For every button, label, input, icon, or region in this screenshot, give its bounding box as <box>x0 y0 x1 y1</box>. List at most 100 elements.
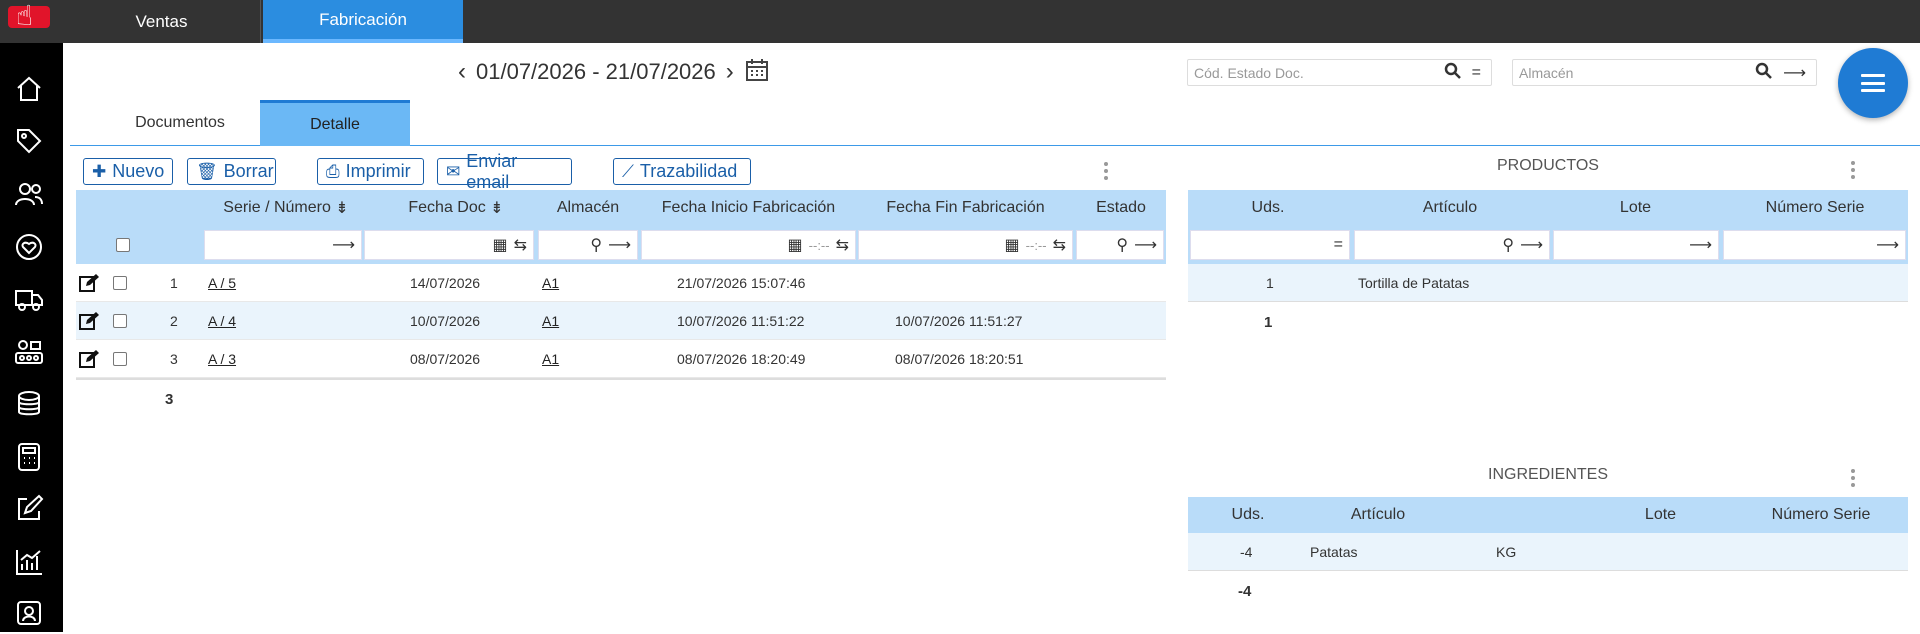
estado-filter[interactable]: Cód. Estado Doc. = <box>1187 59 1492 86</box>
almacen-filter-input[interactable]: Almacén <box>1519 65 1755 81</box>
col-fecha-inicio[interactable]: Fecha Inicio Fabricación <box>641 190 856 226</box>
more-options-icon[interactable] <box>1850 469 1856 487</box>
truck-icon[interactable] <box>13 283 45 315</box>
edit-icon[interactable] <box>13 493 45 525</box>
chevron-left-icon[interactable]: ‹ <box>458 58 466 86</box>
users-icon[interactable] <box>13 178 45 210</box>
estado-col-filter[interactable]: ⚲ ⟶ <box>1076 230 1164 260</box>
estado-operator[interactable]: = <box>1462 64 1491 82</box>
search-icon[interactable]: ⚲ <box>1116 235 1128 255</box>
row-checkbox[interactable] <box>113 264 127 302</box>
trazabilidad-label: Trazabilidad <box>639 161 738 181</box>
imprimir-button[interactable]: ⎙ Imprimir <box>317 158 424 185</box>
articulo-filter[interactable]: ⚲ ⟶ <box>1354 230 1550 260</box>
table-row[interactable]: 3 A / 3 08/07/2026 A1 08/07/2026 18:20:4… <box>76 340 1166 378</box>
date-range[interactable]: 01/07/2026 - 21/07/2026 <box>476 59 716 85</box>
operator: = <box>1333 236 1343 253</box>
chart-icon[interactable] <box>13 546 45 578</box>
table-row[interactable]: 1 Tortilla de Patatas <box>1188 264 1908 302</box>
home-icon[interactable] <box>13 73 45 105</box>
col-numero-serie[interactable]: Número Serie <box>1722 190 1908 226</box>
search-icon[interactable]: ⚲ <box>590 235 602 255</box>
calendar-icon[interactable] <box>744 57 770 88</box>
fecha-doc-filter[interactable]: ▦ ⇆ <box>364 230 534 260</box>
col-fecha-fin[interactable]: Fecha Fin Fabricación <box>858 190 1073 226</box>
fecha-doc-cell: 08/07/2026 <box>410 351 481 367</box>
serie-link[interactable]: A / 4 <box>208 302 236 340</box>
col-serie[interactable]: Serie / Número ⇟ <box>206 190 366 226</box>
col-fecha-doc-label: Fecha Doc <box>408 199 486 216</box>
search-icon[interactable]: ⚲ <box>1502 235 1514 255</box>
serie-filter[interactable]: ⟶ <box>204 230 362 260</box>
col-uds[interactable]: Uds. <box>1188 190 1348 226</box>
enviar-email-button[interactable]: ✉ Enviar email <box>437 151 572 192</box>
uds-filter[interactable]: = <box>1190 230 1350 260</box>
col-lote[interactable]: Lote <box>1552 190 1719 226</box>
tab-detalle[interactable]: Detalle <box>260 100 410 146</box>
table-row[interactable]: 2 A / 4 10/07/2026 A1 10/07/2026 11:51:2… <box>76 302 1166 340</box>
fecha-fin-filter[interactable]: ▦ --:-- ⇆ <box>858 230 1073 260</box>
top-tab-ventas[interactable]: Ventas <box>63 0 261 43</box>
select-all-checkbox[interactable] <box>116 226 130 264</box>
fecha-inicio-filter[interactable]: ▦ --:-- ⇆ <box>641 230 856 260</box>
calendar-icon[interactable]: ▦ <box>788 235 803 255</box>
col-almacen[interactable]: Almacén <box>538 190 638 226</box>
more-options-icon[interactable] <box>1850 161 1856 179</box>
fecha-inicio-cell: 08/07/2026 18:20:49 <box>677 351 806 367</box>
table-row[interactable]: 1 A / 5 14/07/2026 A1 21/07/2026 15:07:4… <box>76 264 1166 302</box>
almacen-link[interactable]: A1 <box>542 264 559 302</box>
col-articulo[interactable]: Artículo <box>1351 190 1549 226</box>
filter-row: = ⚲ ⟶ ⟶ ⟶ <box>1188 226 1908 264</box>
almacen-link[interactable]: A1 <box>542 302 559 340</box>
tab-documentos[interactable]: Documentos <box>100 100 260 146</box>
borrar-button[interactable]: 🗑 Borrar <box>187 158 276 185</box>
calendar-icon[interactable]: ▦ <box>492 235 507 255</box>
lote-filter[interactable]: ⟶ <box>1553 230 1719 260</box>
coins-icon[interactable] <box>13 388 45 420</box>
search-icon[interactable] <box>1444 62 1462 83</box>
calendar-icon[interactable]: ▦ <box>1005 235 1020 255</box>
row-checkbox[interactable] <box>113 302 127 340</box>
heart-icon[interactable] <box>13 231 45 263</box>
fecha-doc-cell: 10/07/2026 <box>410 313 481 329</box>
serie-link[interactable]: A / 5 <box>208 264 236 302</box>
almacen-filter[interactable]: Almacén ⟶ <box>1512 59 1817 86</box>
estado-filter-input[interactable]: Cód. Estado Doc. <box>1194 65 1444 81</box>
edit-row-icon[interactable] <box>78 302 100 340</box>
almacen-col-filter[interactable]: ⚲ ⟶ <box>538 230 638 260</box>
more-options-icon[interactable] <box>1103 162 1109 180</box>
edit-row-icon[interactable] <box>78 264 100 302</box>
factory-icon[interactable] <box>13 336 45 368</box>
nuevo-button[interactable]: ✚ Nuevo <box>83 158 173 185</box>
table-footer: 1 <box>1188 302 1908 342</box>
table-footer: 3 <box>76 378 1166 418</box>
top-tab-fabricacion[interactable]: Fabricación <box>263 0 463 43</box>
range-icon[interactable]: ⇆ <box>836 235 849 255</box>
col-estado[interactable]: Estado <box>1076 190 1166 226</box>
sort-icon[interactable]: ⇟ <box>490 198 503 218</box>
col-articulo[interactable]: Artículo <box>1288 497 1468 533</box>
sort-icon[interactable]: ⇟ <box>335 198 348 218</box>
table-row[interactable]: -4 Patatas KG <box>1188 533 1908 571</box>
tag-icon[interactable] <box>13 125 45 157</box>
calculator-icon[interactable] <box>13 441 45 473</box>
col-numero-serie[interactable]: Número Serie <box>1736 497 1906 533</box>
col-fecha-doc[interactable]: Fecha Doc ⇟ <box>376 190 536 226</box>
almacen-link[interactable]: A1 <box>542 340 559 378</box>
chevron-right-icon[interactable]: › <box>726 58 734 86</box>
range-icon[interactable]: ⇆ <box>514 235 527 255</box>
almacen-operator[interactable]: ⟶ <box>1773 63 1816 83</box>
col-serie-label: Serie / Número <box>223 199 331 216</box>
trazabilidad-button[interactable]: ⟋ Trazabilidad <box>613 158 751 185</box>
range-icon[interactable]: ⇆ <box>1053 235 1066 255</box>
search-icon[interactable] <box>1755 62 1773 83</box>
contact-icon[interactable] <box>13 597 45 629</box>
fecha-fin-cell: 10/07/2026 11:51:27 <box>895 313 1023 329</box>
row-checkbox[interactable] <box>113 340 127 378</box>
row-number: 1 <box>170 275 178 291</box>
row-total: 3 <box>165 390 174 408</box>
serie-filter[interactable]: ⟶ <box>1723 230 1906 260</box>
serie-link[interactable]: A / 3 <box>208 340 236 378</box>
edit-row-icon[interactable] <box>78 340 100 378</box>
col-lote[interactable]: Lote <box>1588 497 1733 533</box>
